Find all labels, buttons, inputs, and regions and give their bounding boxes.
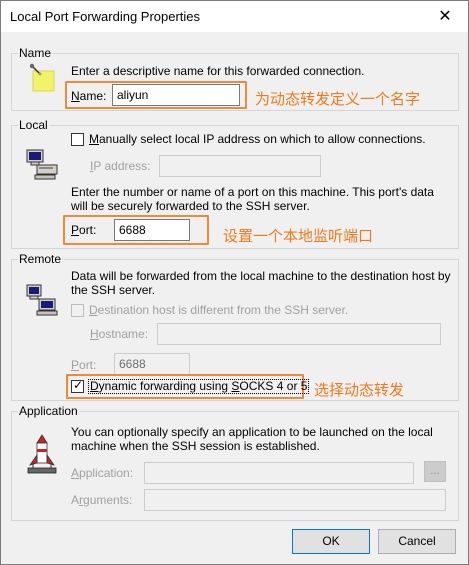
application-description-line2: machine when the SSH session is establis…	[71, 439, 320, 453]
application-label: Application:	[71, 466, 134, 480]
remote-port-label: Port:	[71, 358, 97, 372]
browse-button[interactable]: ...	[424, 461, 446, 482]
remote-port-input[interactable]	[114, 353, 190, 375]
hostname-label: Hostname:	[90, 327, 149, 341]
title-bar[interactable]: Local Port Forwarding Properties ✕	[1, 1, 468, 32]
close-button[interactable]: ✕	[432, 6, 458, 28]
dialog-window: Local Port Forwarding Properties ✕ Name …	[0, 0, 469, 565]
dynamic-forwarding-checkbox[interactable]: ✓	[71, 378, 84, 393]
application-input[interactable]	[144, 462, 414, 484]
name-input[interactable]	[112, 84, 240, 106]
dynamic-forwarding-label: Dynamic forwarding using SOCKS 4 or 5	[88, 379, 310, 394]
ip-address-label: IP address:	[90, 159, 151, 173]
arguments-label: Arguments:	[71, 493, 133, 507]
computers-network-icon	[25, 283, 59, 317]
port-description-line1: Enter the number or name of a port on th…	[71, 185, 434, 199]
application-group-label: Application	[18, 404, 80, 418]
window-title: Local Port Forwarding Properties	[10, 9, 201, 24]
remote-description-line1: Data will be forwarded from the local ma…	[71, 269, 451, 283]
arguments-input[interactable]	[144, 489, 446, 511]
dynamic-annotation: 选择动态转发	[314, 381, 405, 399]
local-port-input[interactable]	[114, 219, 190, 241]
port-annotation: 设置一个本地监听端口	[223, 227, 374, 245]
name-field-label: Name:	[71, 89, 107, 103]
local-group-label: Local	[18, 118, 50, 132]
computer-icon	[25, 147, 59, 181]
ok-button[interactable]: OK	[292, 529, 370, 554]
name-description: Enter a descriptive name for this forwar…	[71, 64, 365, 78]
destination-host-checkbox[interactable]	[71, 304, 84, 317]
ip-address-input[interactable]	[159, 155, 321, 177]
manual-ip-label: Manually select local IP address on whic…	[89, 132, 426, 146]
cancel-button[interactable]: Cancel	[378, 529, 456, 554]
hostname-input[interactable]	[157, 323, 441, 345]
checkmark-icon: ✓	[73, 378, 84, 392]
rocket-launch-icon	[25, 433, 59, 475]
manual-ip-checkbox[interactable]	[71, 133, 84, 146]
sticky-note-pin-icon	[28, 63, 58, 93]
destination-host-label: Destination host is different from the S…	[89, 303, 349, 317]
local-port-label: Port:	[71, 223, 97, 237]
remote-description-line2: the SSH server.	[71, 283, 156, 297]
name-group-label: Name	[18, 46, 54, 60]
port-description-line2: will be securely forwarded to the SSH se…	[71, 199, 310, 213]
remote-group-label: Remote	[18, 252, 64, 266]
name-annotation: 为动态转发定义一个名字	[255, 90, 421, 108]
application-description-line1: You can optionally specify an applicatio…	[71, 425, 433, 439]
